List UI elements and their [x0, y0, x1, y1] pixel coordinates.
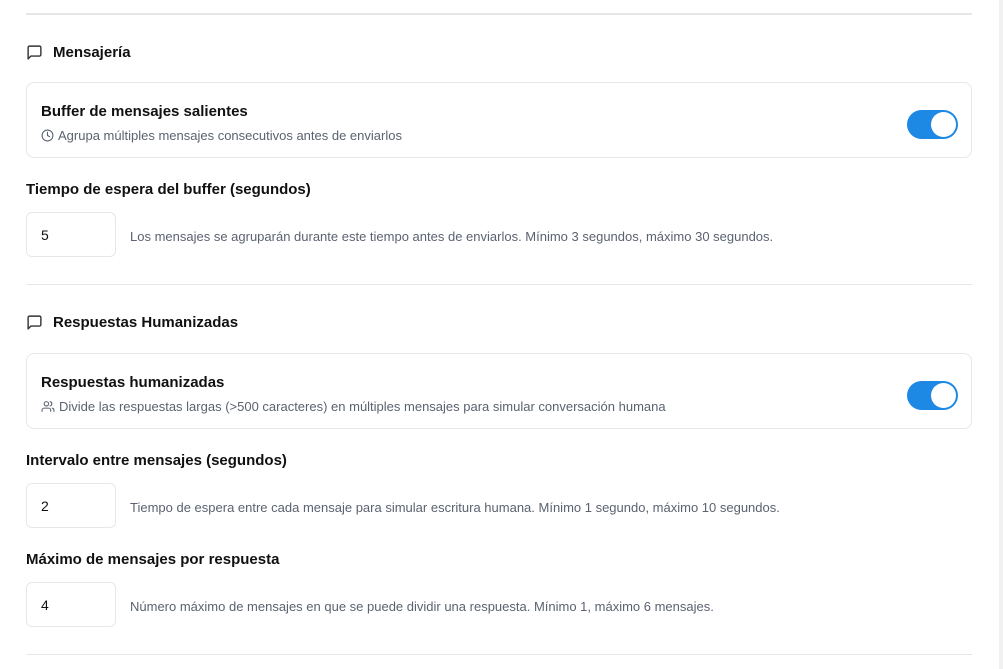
buffer-timeout-input[interactable]	[26, 212, 116, 257]
message-square-icon	[26, 44, 43, 61]
humanized-section-title: Respuestas Humanizadas	[53, 314, 239, 331]
messaging-section-title: Mensajería	[53, 44, 131, 61]
max-messages-hint: Número máximo de mensajes en que se pued…	[130, 599, 714, 614]
users-icon	[41, 400, 55, 413]
buffer-setting-description-text: Agrupa múltiples mensajes consecutivos a…	[58, 128, 402, 143]
buffer-toggle[interactable]	[907, 110, 958, 139]
buffer-setting-card: Buffer de mensajes salientes Agrupa múlt…	[26, 82, 972, 158]
buffer-timeout-hint: Los mensajes se agruparán durante este t…	[130, 229, 774, 244]
humanized-setting-description: Divide las respuestas largas (>500 carac…	[41, 399, 666, 414]
scrollbar[interactable]	[999, 0, 1003, 669]
messaging-section-heading: Mensajería	[26, 44, 131, 61]
humanized-setting-title: Respuestas humanizadas	[41, 374, 225, 391]
buffer-setting-title: Buffer de mensajes salientes	[41, 103, 248, 120]
humanized-setting-description-text: Divide las respuestas largas (>500 carac…	[59, 399, 666, 414]
top-divider	[26, 13, 972, 15]
toggle-knob	[931, 383, 956, 408]
bottom-divider	[26, 654, 972, 655]
humanized-section-heading: Respuestas Humanizadas	[26, 314, 238, 331]
interval-label: Intervalo entre mensajes (segundos)	[26, 452, 287, 469]
humanized-setting-card: Respuestas humanizadas Divide las respue…	[26, 353, 972, 429]
message-square-icon	[26, 314, 43, 331]
buffer-setting-description: Agrupa múltiples mensajes consecutivos a…	[41, 128, 402, 143]
humanized-toggle[interactable]	[907, 381, 958, 410]
max-messages-label: Máximo de mensajes por respuesta	[26, 551, 280, 568]
interval-input[interactable]	[26, 483, 116, 528]
clock-icon	[41, 129, 54, 142]
toggle-knob	[931, 112, 956, 137]
interval-hint: Tiempo de espera entre cada mensaje para…	[130, 500, 780, 515]
section-divider	[26, 284, 972, 285]
buffer-timeout-label: Tiempo de espera del buffer (segundos)	[26, 181, 311, 198]
max-messages-input[interactable]	[26, 582, 116, 627]
